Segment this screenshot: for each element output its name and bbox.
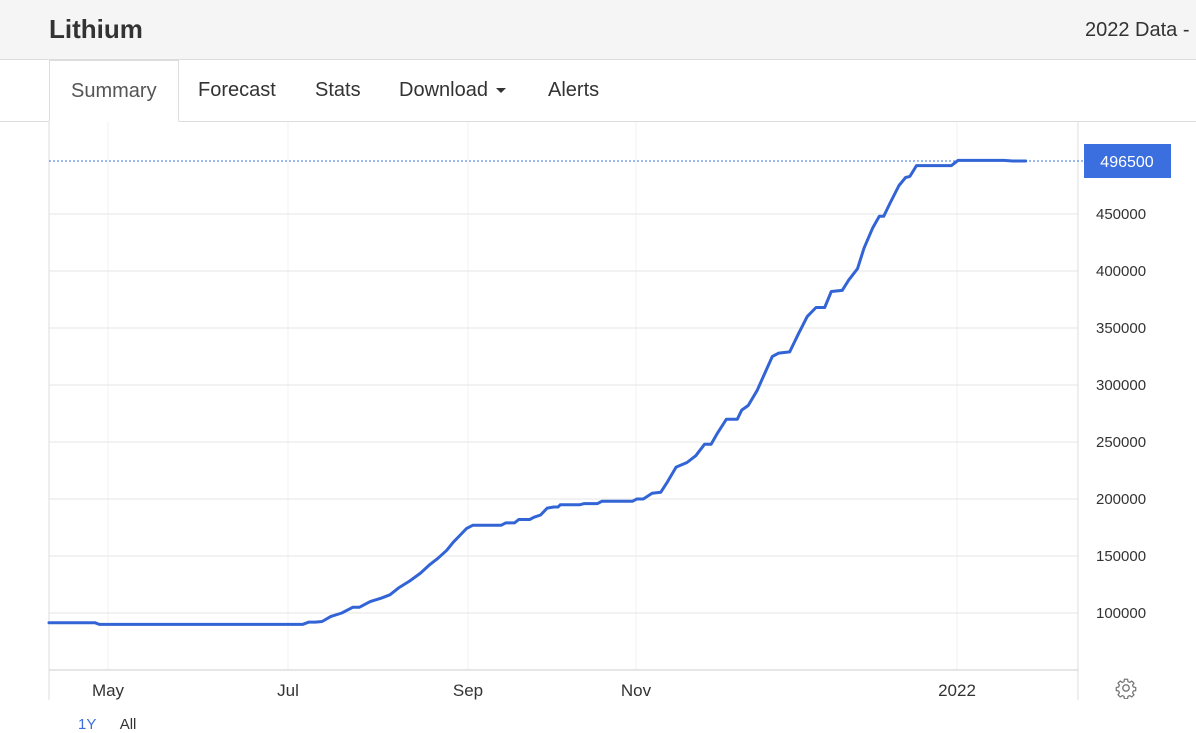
y-tick-label: 400000 (1096, 263, 1146, 280)
y-tick-label: 450000 (1096, 206, 1146, 223)
tab-download[interactable]: Download (399, 60, 506, 121)
last-value-label: 496500 (1100, 154, 1153, 171)
tab-summary-label: Summary (71, 80, 157, 102)
y-tick-label: 100000 (1096, 605, 1146, 622)
y-tick-label: 150000 (1096, 548, 1146, 565)
gear-icon[interactable] (1115, 677, 1137, 699)
x-tick-label: Sep (453, 681, 483, 700)
range-all-button[interactable]: All (120, 716, 137, 733)
tab-stats[interactable]: Stats (315, 60, 361, 121)
tab-forecast[interactable]: Forecast (198, 60, 276, 121)
x-tick-label: Nov (621, 681, 652, 700)
tab-download-label: Download (399, 79, 488, 101)
y-tick-label: 250000 (1096, 434, 1146, 451)
tab-summary[interactable]: Summary (49, 60, 179, 122)
range-1y-button[interactable]: 1Y (78, 716, 96, 733)
header-bar: Lithium 2022 Data - (0, 0, 1196, 60)
tab-bar: Summary Forecast Stats Download Alerts (0, 60, 1196, 122)
y-tick-label: 300000 (1096, 377, 1146, 394)
data-year-title[interactable]: 2022 Data - (1085, 19, 1190, 42)
y-tick-label: 350000 (1096, 320, 1146, 337)
tab-forecast-label: Forecast (198, 79, 276, 101)
x-tick-label: Jul (277, 681, 299, 700)
page-title: Lithium (49, 14, 143, 44)
chevron-down-icon (495, 88, 506, 94)
price-chart[interactable]: 100000 150000 200000 250000 300000 350000 4000… (0, 122, 1196, 716)
x-tick-label: 2022 (938, 681, 976, 700)
range-selector: 1Y All (78, 716, 156, 733)
series-line[interactable] (47, 158, 1028, 626)
x-tick-label: May (92, 681, 125, 700)
tab-stats-label: Stats (315, 79, 361, 101)
tab-alerts[interactable]: Alerts (548, 60, 599, 121)
y-tick-label: 200000 (1096, 491, 1146, 508)
tab-alerts-label: Alerts (548, 79, 600, 101)
